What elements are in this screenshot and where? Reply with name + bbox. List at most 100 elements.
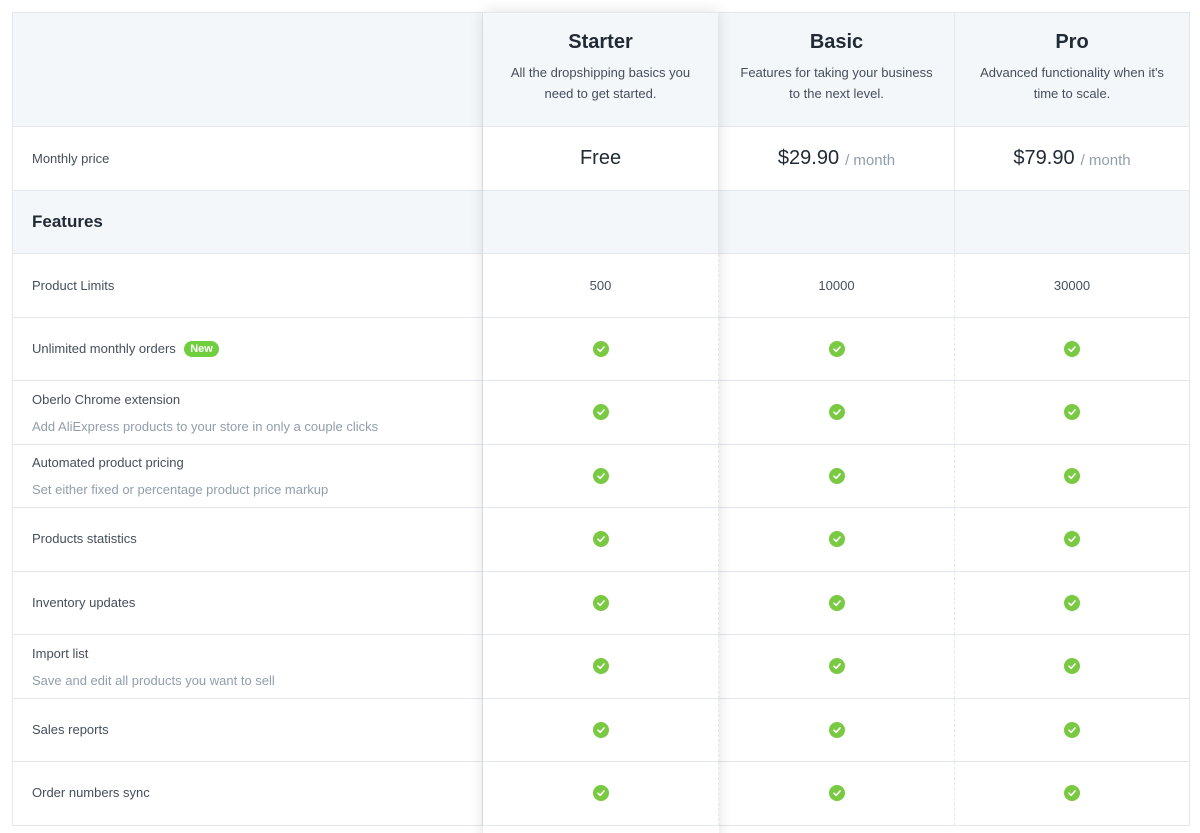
pricing-page: Starter All the dropshipping basics you … xyxy=(0,0,1200,833)
check-icon xyxy=(828,467,845,484)
section-cell xyxy=(955,191,1190,254)
pricing-table: Starter All the dropshipping basics you … xyxy=(12,12,1190,826)
plan-description: Advanced functionality when it's time to… xyxy=(980,65,1164,101)
price-row-label: Monthly price xyxy=(32,151,110,166)
feature-title-line: Order numbers sync xyxy=(32,784,150,802)
check-icon xyxy=(1064,340,1080,357)
feature-cell-starter xyxy=(483,571,719,635)
feature-cell-basic xyxy=(719,381,955,445)
check-icon xyxy=(828,340,845,357)
price-cell-starter: Free xyxy=(483,127,719,191)
feature-label: Products statistics xyxy=(32,531,137,547)
feature-cell-starter xyxy=(483,698,719,762)
check-icon xyxy=(828,785,845,802)
check-icon xyxy=(1064,531,1080,548)
feature-label-cell: Order numbers sync xyxy=(12,762,483,826)
feature-cell-starter xyxy=(483,635,719,699)
feature-cell-pro xyxy=(955,762,1190,826)
check-icon xyxy=(828,404,845,421)
feature-cell-starter xyxy=(483,762,719,826)
check-icon xyxy=(592,404,609,421)
feature-label-cell: Automated product pricing Set either fix… xyxy=(12,444,483,508)
feature-cell-starter xyxy=(483,508,719,572)
check-icon xyxy=(592,721,609,738)
feature-title-line: Oberlo Chrome extension xyxy=(32,391,180,409)
feature-description: Save and edit all products you want to s… xyxy=(32,672,275,688)
check-icon xyxy=(592,785,609,802)
feature-cell-starter xyxy=(483,317,719,381)
price-value: $29.90 xyxy=(777,147,840,169)
plan-header-pro: Pro Advanced functionality when it's tim… xyxy=(955,12,1190,127)
feature-cell-pro xyxy=(955,317,1190,381)
feature-cell-starter xyxy=(483,444,719,508)
check-icon xyxy=(828,658,845,675)
feature-cell-basic xyxy=(719,762,955,826)
feature-cell-starter xyxy=(483,381,719,445)
feature-label-cell: Import list Save and edit all products y… xyxy=(12,635,483,699)
feature-label: Sales reports xyxy=(32,721,109,737)
header-empty-cell xyxy=(12,12,483,127)
price-cell-pro: $79.90 / month xyxy=(955,127,1190,191)
feature-label: Product Limits xyxy=(32,277,115,293)
limit-value: 30000 xyxy=(1053,277,1091,293)
feature-label: Oberlo Chrome extension xyxy=(32,391,181,407)
feature-cell-pro xyxy=(955,508,1190,572)
feature-title-line: Import list xyxy=(32,645,88,663)
feature-title-line: Unlimited monthly orders New xyxy=(32,340,219,358)
feature-label: Order numbers sync xyxy=(32,785,150,801)
check-icon xyxy=(592,658,609,675)
feature-label-cell: Sales reports xyxy=(12,698,483,762)
check-icon xyxy=(592,594,609,611)
feature-cell-pro xyxy=(955,698,1190,762)
feature-label-cell: Oberlo Chrome extension Add AliExpress p… xyxy=(12,381,483,445)
feature-title-line: Inventory updates xyxy=(32,594,135,612)
section-title: Features xyxy=(32,212,103,231)
plan-name: Basic xyxy=(809,31,864,53)
check-icon xyxy=(592,340,609,357)
check-icon xyxy=(828,594,845,611)
feature-label-cell: Product Limits xyxy=(12,254,483,318)
feature-label-cell: Products statistics xyxy=(12,508,483,572)
check-icon xyxy=(1064,721,1080,738)
feature-label-cell: Unlimited monthly orders New xyxy=(12,317,483,381)
feature-title-line: Automated product pricing xyxy=(32,454,184,472)
check-icon xyxy=(828,531,845,548)
feature-label: Automated product pricing xyxy=(32,455,184,471)
feature-cell-pro xyxy=(955,381,1190,445)
check-icon xyxy=(592,531,609,548)
limit-value: 10000 xyxy=(818,277,855,293)
check-icon xyxy=(1064,658,1080,675)
plan-description: Features for taking your business to the… xyxy=(740,65,933,101)
feature-cell-basic xyxy=(719,698,955,762)
limit-cell-starter: 500 xyxy=(483,254,719,318)
plan-header-basic: Basic Features for taking your business … xyxy=(719,12,955,127)
feature-title-line: Products statistics xyxy=(32,530,137,548)
feature-cell-basic xyxy=(719,571,955,635)
limit-cell-pro: 30000 xyxy=(955,254,1190,318)
feature-label: Import list xyxy=(32,645,89,661)
check-icon xyxy=(1064,404,1080,421)
limit-value: 500 xyxy=(589,277,612,293)
feature-cell-basic xyxy=(719,508,955,572)
feature-cell-basic xyxy=(719,635,955,699)
price-row-label-cell: Monthly price xyxy=(12,127,483,191)
section-cell xyxy=(719,191,955,254)
feature-cell-pro xyxy=(955,635,1190,699)
feature-label: Inventory updates xyxy=(32,594,136,610)
plan-header-starter: Starter All the dropshipping basics you … xyxy=(483,12,719,127)
feature-label-cell: Inventory updates xyxy=(12,571,483,635)
check-icon xyxy=(1064,594,1080,611)
feature-description: Set either fixed or percentage product p… xyxy=(32,482,329,498)
check-icon xyxy=(828,721,845,738)
check-icon xyxy=(1064,467,1080,484)
section-cell xyxy=(483,191,719,254)
price-value: Free xyxy=(579,147,622,169)
check-icon xyxy=(1064,785,1080,802)
limit-cell-basic: 10000 xyxy=(719,254,955,318)
price-value: $79.90 xyxy=(1013,147,1075,169)
plan-name: Starter xyxy=(568,31,633,53)
new-badge: New xyxy=(184,340,219,357)
feature-description: Add AliExpress products to your store in… xyxy=(32,418,379,434)
feature-cell-pro xyxy=(955,444,1190,508)
feature-label: Unlimited monthly orders xyxy=(32,340,176,356)
